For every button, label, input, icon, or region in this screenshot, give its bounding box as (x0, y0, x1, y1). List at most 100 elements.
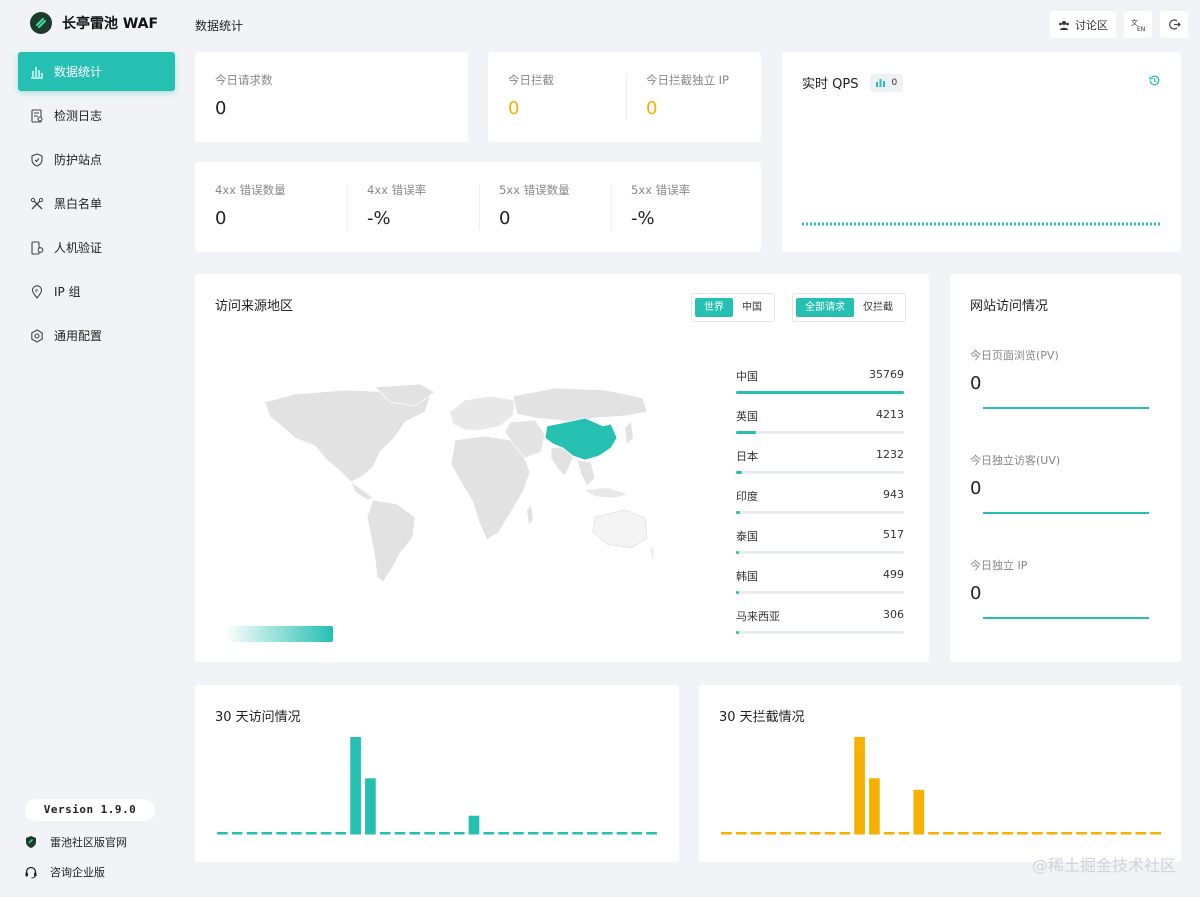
chart-bar-zero (721, 832, 732, 835)
rank-fill (736, 631, 739, 634)
chart-bar-zero (824, 832, 836, 835)
blocked-label: 今日拦截 (508, 73, 554, 87)
rank-fill (736, 591, 739, 594)
brand[interactable]: 长亭雷池 WAF (30, 12, 158, 34)
chart-bar-zero (1061, 832, 1073, 835)
sidebar-item-logs[interactable]: 检测日志 (18, 96, 175, 135)
sidebar-item-stats[interactable]: 数据统计 (18, 52, 175, 91)
filter-blocked-option[interactable]: 仅拦截 (854, 298, 902, 317)
chart-bar-zero (1076, 832, 1087, 835)
chart-bar[interactable] (350, 737, 361, 835)
chart-bar-zero (601, 832, 613, 835)
discuss-label: 讨论区 (1075, 18, 1108, 32)
rank-item: 英国 4213 (736, 408, 904, 448)
chart-bar-zero (972, 832, 984, 835)
tools-icon (30, 197, 44, 211)
chart-bar[interactable] (913, 789, 925, 835)
filter-all-option[interactable]: 全部请求 (796, 298, 854, 317)
errors-card: 4xx 错误数量 0 4xx 错误率 -% 5xx 错误数量 0 5xx 错误率… (195, 162, 761, 252)
page-title: 数据统计 (195, 19, 244, 33)
chart-bar-zero (409, 832, 421, 835)
sidebar-item-sites[interactable]: 防护站点 (18, 140, 175, 179)
chart-bar[interactable] (854, 737, 865, 835)
rank-bar (736, 391, 904, 394)
rank-name: 印度 (736, 490, 758, 503)
sidebar-item-captcha[interactable]: 人机验证 (18, 228, 175, 267)
chart-bar-zero (335, 832, 347, 835)
sidebar-item-label: 防护站点 (54, 153, 103, 167)
geo-title: 访问来源地区 (215, 299, 294, 314)
discuss-button[interactable]: 讨论区 (1050, 11, 1116, 38)
sidebar-item-label: 黑白名单 (54, 197, 103, 211)
err4-rate-label: 4xx 错误率 (367, 183, 427, 197)
chart-bar-zero (1017, 832, 1028, 835)
uv-label: 今日独立访客(UV) (970, 454, 1061, 467)
pv-label: 今日页面浏览(PV) (970, 349, 1059, 362)
logout-button[interactable] (1160, 11, 1188, 38)
enterprise-link-label: 咨询企业版 (50, 866, 105, 879)
watermark: @稀土掘金技术社区 (1031, 856, 1176, 875)
chart-bar-zero (1091, 832, 1102, 835)
rank-bar (736, 471, 904, 474)
err4-label: 4xx 错误数量 (215, 183, 286, 197)
chart-bar-zero (557, 832, 569, 835)
rank-item: 泰国 517 (736, 528, 904, 568)
scope-china-option[interactable]: 中国 (733, 298, 771, 317)
language-switch-icon: 文 EN (1131, 18, 1145, 32)
chart-bar-zero (379, 832, 391, 835)
sidebar-item-label: 数据统计 (54, 65, 103, 79)
filter-switch: 全部请求 仅拦截 (792, 293, 906, 322)
sidebar-item-ipgroup[interactable]: IP IP 组 (18, 272, 175, 311)
pv-sparkline (983, 407, 1149, 409)
blocks-30d-chart (721, 737, 1161, 835)
community-link[interactable]: 雷池社区版官网 (24, 834, 127, 850)
site-title: 网站访问情况 (970, 299, 1049, 314)
sidebar-item-label: 通用配置 (54, 329, 103, 343)
sidebar-item-blackwhite[interactable]: 黑白名单 (18, 184, 175, 223)
chart-bar-zero (394, 832, 406, 835)
divider (347, 184, 348, 230)
chart-bar-zero (320, 832, 332, 835)
chart-bar-zero (1002, 832, 1013, 835)
rank-name: 马来西亚 (736, 610, 780, 623)
rank-value: 35769 (869, 368, 904, 381)
chart-bar[interactable] (365, 778, 376, 835)
blocks-30d-card: 30 天拦截情况 (699, 685, 1181, 862)
sidebar-nav: 数据统计 检测日志 防护站点 黑白名单 人机验证 IP IP 组 通用配置 (18, 52, 175, 360)
visits-30d-title: 30 天访问情况 (215, 710, 301, 725)
chart-bar-zero (883, 832, 895, 835)
divider (626, 74, 627, 120)
requests-card: 今日请求数 0 (195, 52, 468, 142)
chart-bar-zero (261, 832, 273, 835)
chart-bar-zero (735, 832, 747, 835)
chart-bar[interactable] (468, 815, 480, 835)
blocked-value: 0 (508, 98, 520, 119)
chart-bar-zero (957, 832, 969, 835)
chart-bar-zero (809, 832, 821, 835)
err5-value: 0 (499, 208, 511, 229)
rank-name: 中国 (736, 370, 758, 383)
chart-bar-zero (276, 832, 287, 835)
err5-label: 5xx 错误数量 (499, 183, 570, 197)
scope-world-option[interactable]: 世界 (695, 298, 733, 317)
rank-value: 306 (883, 608, 904, 621)
chart-bar-zero (305, 832, 317, 835)
rank-fill (736, 511, 741, 514)
history-icon[interactable] (1148, 74, 1161, 87)
blocked-ip-label: 今日拦截独立 IP (646, 73, 729, 87)
verify-icon (30, 240, 44, 255)
chart-bar-zero (646, 832, 657, 835)
gear-icon (30, 328, 44, 343)
sidebar-item-label: 检测日志 (54, 109, 103, 123)
chart-bar-zero (765, 832, 777, 835)
qps-badge: 0 (870, 73, 904, 92)
enterprise-link[interactable]: 咨询企业版 (24, 864, 105, 880)
bar-chart-icon (30, 65, 44, 79)
chart-bar[interactable] (869, 778, 880, 835)
sidebar-item-settings[interactable]: 通用配置 (18, 316, 175, 355)
language-button[interactable]: 文 EN (1124, 11, 1152, 38)
sidebar-item-label: IP 组 (54, 285, 81, 299)
blocks-30d-title: 30 天拦截情况 (719, 710, 805, 725)
headset-icon (24, 865, 38, 879)
rank-item: 马来西亚 306 (736, 608, 904, 648)
